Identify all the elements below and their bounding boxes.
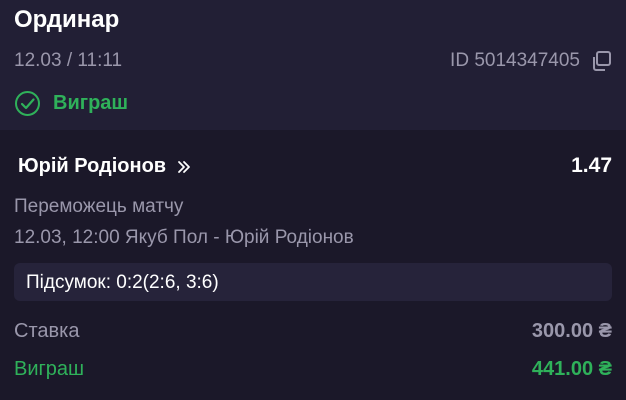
- bet-id-copy[interactable]: ID 5014347405: [450, 50, 612, 72]
- market-name: Переможець матчу: [14, 196, 184, 217]
- double-chevron-right-icon: [176, 158, 192, 174]
- check-circle-icon: [14, 90, 41, 117]
- result-text: Підсумок: 0:2(2:6, 3:6): [26, 272, 219, 293]
- match-info: 12.03, 12:00 Якуб Пол - Юрій Родіонов: [14, 227, 354, 248]
- odds-value: 1.47: [571, 154, 612, 177]
- win-value: 441.00 ₴: [531, 358, 612, 380]
- win-label: Виграш: [14, 358, 85, 380]
- stake-row: Ставка 300.00 ₴: [14, 320, 612, 343]
- event-section: Юрій Родіонов 1.47 Переможець матчу 12.0…: [0, 130, 626, 400]
- bet-details-card: Ординар 12.03 / 11:11 ID 5014347405 Вигр…: [0, 0, 626, 400]
- stake-label: Ставка: [14, 320, 80, 342]
- selection-link[interactable]: Юрій Родіонов: [18, 155, 192, 178]
- bet-datetime: 12.03 / 11:11: [14, 50, 123, 71]
- result-box: Підсумок: 0:2(2:6, 3:6): [14, 263, 612, 301]
- copy-icon[interactable]: [590, 50, 612, 72]
- win-row: Виграш 441.00 ₴: [14, 358, 612, 381]
- bet-id-text: ID 5014347405: [450, 50, 580, 71]
- selection-row: Юрій Родіонов 1.47: [18, 154, 612, 178]
- bet-type-title: Ординар: [14, 6, 120, 33]
- bet-header: Ординар 12.03 / 11:11 ID 5014347405 Вигр…: [0, 0, 626, 130]
- stake-value: 300.00 ₴: [531, 320, 612, 342]
- selection-name: Юрій Родіонов: [18, 154, 167, 177]
- status-label: Виграш: [53, 92, 129, 114]
- bet-status: Виграш: [14, 90, 128, 117]
